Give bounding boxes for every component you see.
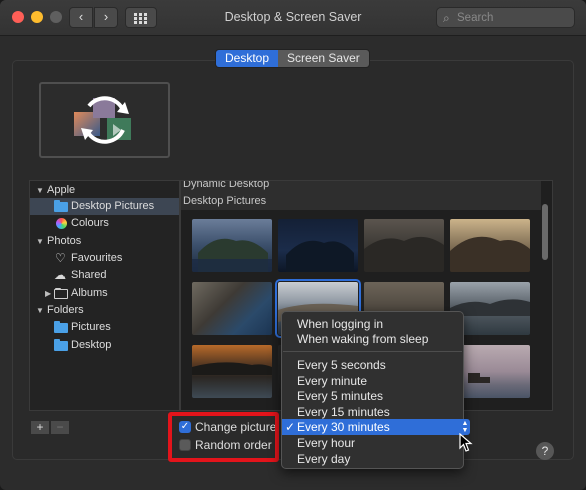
- sidebar-group-label: Photos: [47, 235, 82, 247]
- search-field[interactable]: ⌕: [436, 7, 575, 28]
- tab-desktop[interactable]: Desktop: [216, 50, 279, 67]
- wallpaper-thumbnail[interactable]: [450, 219, 530, 272]
- tab-screen-saver[interactable]: Screen Saver: [278, 50, 369, 67]
- sidebar-item-label: Desktop: [71, 339, 112, 351]
- search-icon: ⌕: [443, 11, 450, 25]
- window-title: Desktop & Screen Saver: [224, 10, 362, 24]
- group-header-dynamic-desktop: Dynamic Desktop: [181, 181, 541, 193]
- disclosure-right-icon[interactable]: ▶: [45, 285, 51, 302]
- menu-separator: [283, 351, 462, 352]
- colour-wheel-icon: [56, 218, 67, 229]
- disclosure-down-icon[interactable]: ▼: [36, 233, 44, 250]
- add-folder-button[interactable]: +: [30, 420, 50, 435]
- menu-item-every-day[interactable]: Every day: [282, 451, 463, 467]
- sidebar-item-albums[interactable]: ▶ Albums: [30, 285, 179, 302]
- heart-icon: ♡: [55, 251, 66, 265]
- menu-item-every-minute[interactable]: Every minute: [282, 373, 463, 389]
- menu-item-when-waking-from-sleep[interactable]: When waking from sleep: [282, 331, 463, 347]
- back-button[interactable]: ‹: [69, 7, 93, 28]
- add-remove-controls: + −: [30, 420, 70, 435]
- wallpaper-thumbnail[interactable]: [192, 282, 272, 335]
- sidebar-item-favourites[interactable]: ♡ Favourites: [30, 250, 179, 267]
- system-preferences-window: ‹ › Desktop & Screen Saver ⌕ Desktop Scr…: [0, 0, 586, 490]
- menu-item-every-15-minutes[interactable]: Every 15 minutes: [282, 404, 463, 420]
- title-bar: ‹ › Desktop & Screen Saver ⌕: [0, 0, 586, 36]
- folder-icon: [54, 200, 68, 212]
- wallpaper-thumbnail[interactable]: [364, 219, 444, 272]
- menu-item-label: Every 30 minutes: [297, 420, 390, 434]
- menu-item-every-5-minutes[interactable]: Every 5 minutes: [282, 388, 463, 404]
- sidebar-item-label: Desktop Pictures: [71, 200, 155, 212]
- sidebar-item-label: Colours: [71, 217, 109, 229]
- source-list: ▼ Apple Desktop Pictures Colours ▼ Photo…: [29, 180, 180, 411]
- sidebar-item-label: Pictures: [71, 321, 111, 333]
- folder-icon: [54, 288, 68, 299]
- mouse-pointer-icon: [459, 433, 473, 452]
- sidebar-group-label: Folders: [47, 304, 84, 316]
- sidebar-item-label: Shared: [71, 269, 107, 281]
- show-all-grid-button[interactable]: [125, 7, 157, 28]
- sidebar-item-shared[interactable]: ☁ Shared: [30, 267, 179, 284]
- minimize-window-button[interactable]: [31, 11, 43, 23]
- sidebar-item-colours[interactable]: Colours: [30, 215, 179, 232]
- sidebar-group-label: Apple: [47, 184, 76, 196]
- wallpaper-thumbnail[interactable]: [192, 345, 272, 398]
- annotation-highlight-box: [168, 412, 279, 462]
- sidebar-item-desktop-pictures[interactable]: Desktop Pictures: [30, 198, 179, 215]
- sidebar-item-label: Albums: [71, 287, 108, 299]
- menu-item-every-5-seconds[interactable]: Every 5 seconds: [282, 357, 463, 373]
- tab-control: Desktop Screen Saver: [215, 49, 370, 68]
- change-interval-menu: When logging in When waking from sleep E…: [281, 311, 464, 469]
- wallpaper-thumbnail[interactable]: [192, 219, 272, 272]
- disclosure-down-icon[interactable]: ▼: [36, 302, 44, 319]
- rotating-pictures-icon: [74, 96, 131, 144]
- sidebar-item-pictures[interactable]: Pictures: [30, 319, 179, 336]
- help-button[interactable]: ?: [536, 442, 554, 460]
- grid-scrollbar[interactable]: [542, 204, 548, 260]
- sidebar-group-apple[interactable]: ▼ Apple: [30, 182, 179, 199]
- sidebar-item-label: Favourites: [71, 252, 123, 264]
- menu-item-every-hour[interactable]: Every hour: [282, 435, 463, 451]
- close-window-button[interactable]: [12, 11, 24, 23]
- sidebar-item-desktop[interactable]: Desktop: [30, 337, 179, 354]
- menu-item-every-30-minutes[interactable]: ✓ Every 30 minutes: [282, 419, 463, 435]
- desktop-preview: [39, 82, 170, 158]
- folder-icon: [54, 321, 68, 333]
- sidebar-group-photos[interactable]: ▼ Photos: [30, 233, 179, 250]
- disclosure-down-icon[interactable]: ▼: [36, 182, 44, 199]
- forward-button[interactable]: ›: [94, 7, 118, 28]
- search-input[interactable]: [457, 10, 567, 25]
- zoom-window-button[interactable]: [50, 11, 62, 23]
- checkmark-icon: ✓: [285, 420, 296, 434]
- remove-folder-button[interactable]: −: [50, 420, 70, 435]
- wallpaper-thumbnail[interactable]: [278, 219, 358, 272]
- cloud-icon: ☁: [54, 268, 66, 282]
- sidebar-group-folders[interactable]: ▼ Folders: [30, 302, 179, 319]
- group-header-desktop-pictures: Desktop Pictures: [181, 193, 541, 210]
- menu-item-when-logging-in[interactable]: When logging in: [282, 316, 463, 332]
- folder-icon: [54, 339, 68, 351]
